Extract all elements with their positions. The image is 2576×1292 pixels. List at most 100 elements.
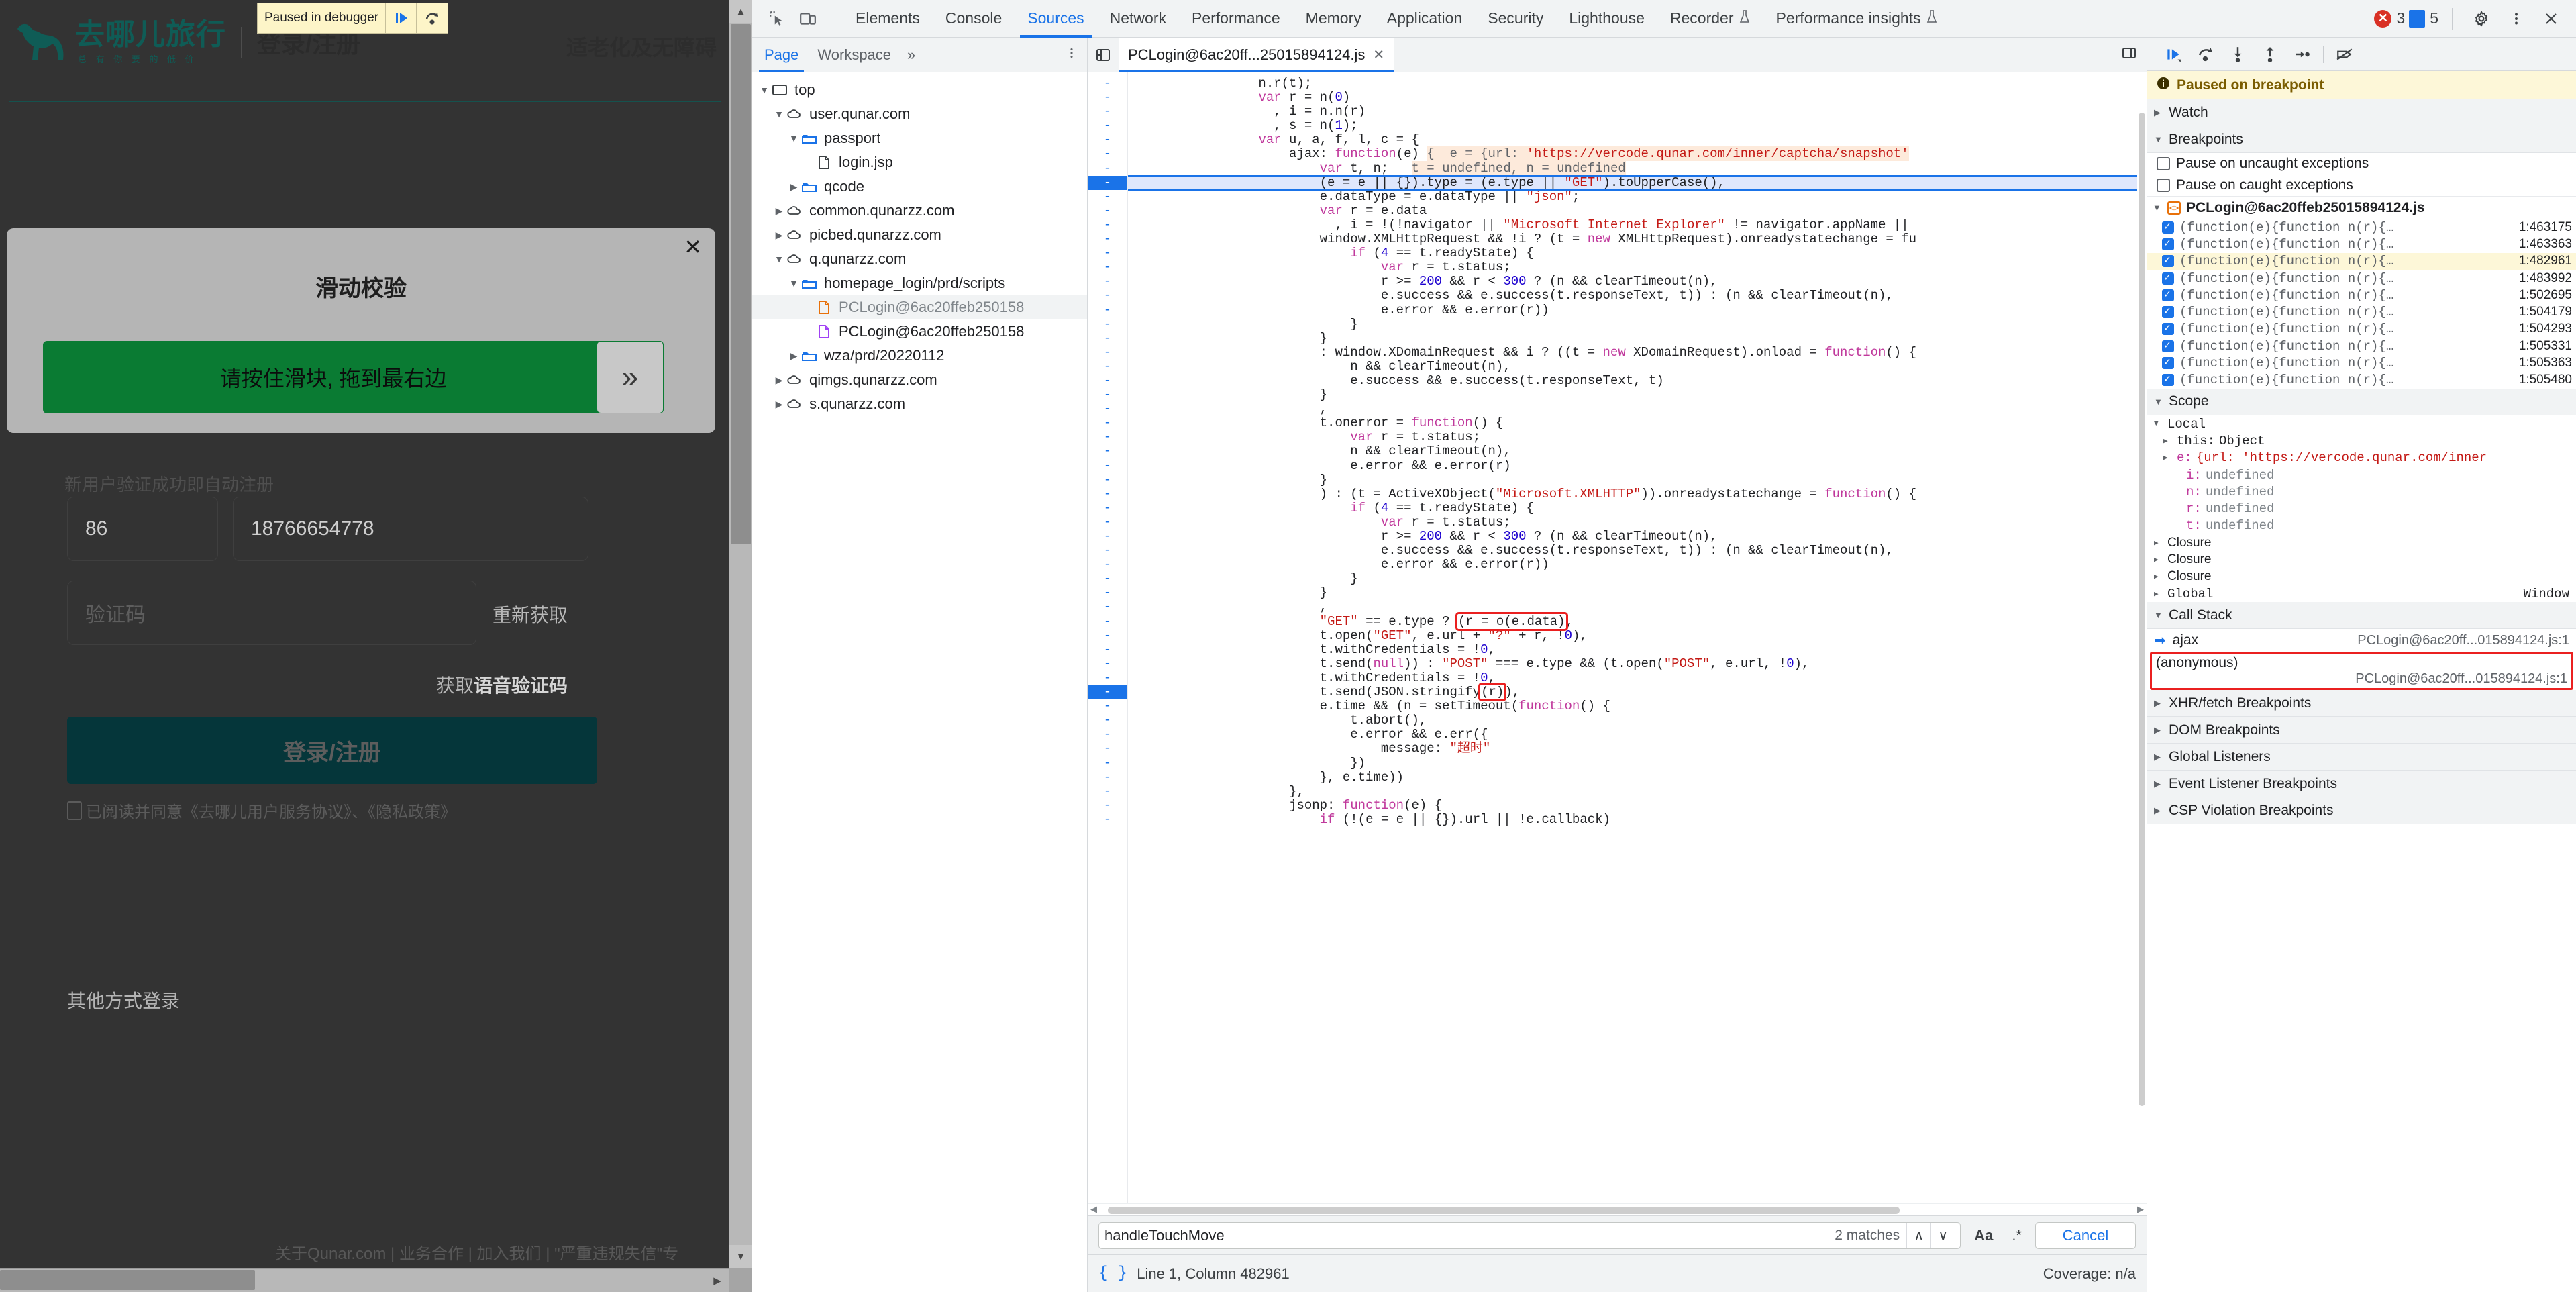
gutter-line[interactable]: - bbox=[1088, 572, 1127, 586]
gutter-line[interactable]: - bbox=[1088, 771, 1127, 785]
accessibility-link[interactable]: 适老化及无障碍 bbox=[566, 31, 717, 62]
gutter-line[interactable]: - bbox=[1088, 671, 1127, 685]
login-register-button[interactable]: 登录/注册 bbox=[67, 717, 597, 784]
call-stack-frame-highlighted[interactable]: (anonymous)PCLogin@6ac20ff...015894124.j… bbox=[2150, 652, 2573, 690]
close-devtools-icon[interactable] bbox=[2536, 3, 2567, 34]
gutter-line[interactable]: - bbox=[1088, 813, 1127, 827]
chevron-down-icon[interactable]: ▼ bbox=[788, 278, 799, 289]
gutter-line[interactable]: - bbox=[1088, 600, 1127, 614]
page-vertical-scroll-thumb[interactable] bbox=[731, 24, 751, 544]
code-line[interactable]: } bbox=[1128, 332, 2147, 346]
gutter-line[interactable]: - bbox=[1088, 105, 1127, 119]
scope-closure-row[interactable]: ▶Closure bbox=[2147, 534, 2576, 551]
breakpoint-marker[interactable]: - bbox=[1088, 685, 1127, 699]
tab-network[interactable]: Network bbox=[1097, 0, 1179, 38]
code-line[interactable]: t.send(null)) : "POST" === e.type && (t.… bbox=[1128, 657, 2147, 671]
gutter-line[interactable]: - bbox=[1088, 317, 1127, 332]
breakpoint-checkbox[interactable] bbox=[2162, 357, 2174, 369]
code-line[interactable]: var t, n; t = undefined, n = undefined bbox=[1128, 162, 2147, 176]
code-line[interactable]: if (!(e = e || {}).url || !e.callback) bbox=[1128, 813, 2147, 827]
call-stack-section-header[interactable]: ▼ Call Stack bbox=[2147, 602, 2576, 629]
page-vertical-scrollbar[interactable]: ▲ ▼ bbox=[729, 0, 752, 1268]
close-icon[interactable]: ✕ bbox=[1373, 46, 1384, 63]
breakpoint-item[interactable]: (function(e){function n(r){…1:502695 bbox=[2147, 287, 2576, 303]
gutter-line[interactable]: - bbox=[1088, 515, 1127, 530]
gutter-line[interactable]: - bbox=[1088, 430, 1127, 444]
breakpoint-checkbox[interactable] bbox=[2162, 289, 2174, 301]
scope-closure-row[interactable]: ▶Closure bbox=[2147, 568, 2576, 585]
message-count-badge[interactable]: 5 bbox=[2409, 9, 2438, 28]
gutter-line[interactable]: - bbox=[1088, 444, 1127, 458]
chevron-right-icon[interactable]: ▶ bbox=[774, 230, 784, 241]
deactivate-breakpoints-icon[interactable] bbox=[2333, 43, 2356, 66]
breakpoint-item[interactable]: (function(e){function n(r){…1:504179 bbox=[2147, 303, 2576, 320]
search-input-wrapper[interactable]: 2 matches ∧ ∨ bbox=[1098, 1222, 1961, 1249]
error-count-badge[interactable]: ✕ 3 bbox=[2374, 9, 2405, 28]
section-csp-violation-breakpoints[interactable]: ▶CSP Violation Breakpoints bbox=[2147, 797, 2576, 824]
code-line[interactable]: } bbox=[1128, 572, 2147, 586]
code-line[interactable]: , i = n.n(r) bbox=[1128, 105, 2147, 119]
code-line[interactable]: }, e.time)) bbox=[1128, 771, 2147, 785]
gutter-line[interactable]: - bbox=[1088, 346, 1127, 360]
gutter-line[interactable]: - bbox=[1088, 275, 1127, 289]
gutter-line[interactable]: - bbox=[1088, 190, 1127, 204]
code-line[interactable]: e.error && e.error(r) bbox=[1128, 459, 2147, 473]
code-line[interactable]: ) : (t = ActiveXObject("Microsoft.XMLHTT… bbox=[1128, 487, 2147, 501]
step-over-icon[interactable] bbox=[417, 3, 448, 33]
close-icon[interactable]: ✕ bbox=[684, 236, 702, 258]
call-stack-frame[interactable]: ➡ajaxPCLogin@6ac20ff...015894124.js:1 bbox=[2147, 629, 2576, 652]
tab-recorder[interactable]: Recorder bbox=[1657, 0, 1763, 38]
tree-item[interactable]: login.jsp bbox=[752, 150, 1087, 175]
breakpoint-file-row[interactable]: ▼ <> PCLogin@6ac20ffeb25015894124.js bbox=[2147, 196, 2576, 219]
tree-item[interactable]: ▼homepage_login/prd/scripts bbox=[752, 271, 1087, 295]
tree-item[interactable]: ▼top bbox=[752, 78, 1087, 102]
code-line[interactable]: e.success && e.success(t.responseText, t… bbox=[1128, 544, 2147, 558]
code-line[interactable]: t.withCredentials = !0, bbox=[1128, 671, 2147, 685]
resume-script-icon[interactable] bbox=[2162, 43, 2185, 66]
breakpoints-section-header[interactable]: ▼ Breakpoints bbox=[2147, 126, 2576, 153]
chevron-right-icon[interactable]: ▶ bbox=[788, 350, 799, 362]
scroll-left-arrow-icon[interactable]: ◀ bbox=[1090, 1204, 1097, 1215]
code-line[interactable]: n && clearTimeout(n), bbox=[1128, 444, 2147, 458]
code-line[interactable]: }) bbox=[1128, 756, 2147, 771]
page-horizontal-scrollbar[interactable]: ▶ bbox=[0, 1268, 729, 1292]
gutter-line[interactable]: - bbox=[1088, 133, 1127, 147]
tree-item[interactable]: PCLogin@6ac20ffeb250158 bbox=[752, 295, 1087, 319]
navigator-tab-page[interactable]: Page bbox=[755, 38, 808, 72]
scroll-right-arrow-icon[interactable]: ▶ bbox=[2137, 1204, 2144, 1215]
pretty-print-icon[interactable]: { } bbox=[1098, 1264, 1127, 1283]
editor-horizontal-scroll-thumb[interactable] bbox=[1108, 1207, 1900, 1214]
scroll-up-arrow-icon[interactable]: ▲ bbox=[729, 0, 752, 23]
breakpoint-item[interactable]: (function(e){function n(r){…1:504293 bbox=[2147, 321, 2576, 338]
scope-global-row[interactable]: ▶ Global Window bbox=[2147, 585, 2576, 602]
tab-lighthouse[interactable]: Lighthouse bbox=[1556, 0, 1657, 38]
gutter-line[interactable]: - bbox=[1088, 246, 1127, 260]
breakpoint-checkbox[interactable] bbox=[2162, 306, 2174, 318]
code-line[interactable]: } bbox=[1128, 317, 2147, 332]
scope-variable-row[interactable]: i: undefined bbox=[2147, 466, 2576, 483]
code-editor[interactable]: ----------------------------------------… bbox=[1088, 72, 2147, 1203]
step-out-icon[interactable] bbox=[2259, 43, 2281, 66]
code-line[interactable]: e.error && e.error(r)) bbox=[1128, 303, 2147, 317]
pause-caught-exceptions-row[interactable]: Pause on caught exceptions bbox=[2147, 175, 2576, 196]
code-line[interactable]: window.XMLHttpRequest && !i ? (t = new X… bbox=[1128, 232, 2147, 246]
code-line[interactable]: var r = e.data bbox=[1128, 204, 2147, 218]
scope-section-header[interactable]: ▼ Scope bbox=[2147, 389, 2576, 415]
code-line[interactable]: t.open("GET", e.url + "?" + r, !0), bbox=[1128, 629, 2147, 643]
tab-application[interactable]: Application bbox=[1374, 0, 1476, 38]
scroll-right-arrow-icon[interactable]: ▶ bbox=[706, 1269, 729, 1292]
gutter-line[interactable]: - bbox=[1088, 530, 1127, 544]
breakpoint-item[interactable]: (function(e){function n(r){…1:505363 bbox=[2147, 354, 2576, 371]
gutter-line[interactable]: - bbox=[1088, 218, 1127, 232]
match-case-toggle[interactable]: Aa bbox=[1969, 1227, 1998, 1244]
breakpoint-item[interactable]: (function(e){function n(r){…1:505480 bbox=[2147, 372, 2576, 389]
pause-caught-exceptions-checkbox[interactable] bbox=[2157, 179, 2170, 192]
code-line[interactable]: t.withCredentials = !0, bbox=[1128, 643, 2147, 657]
gutter-line[interactable]: - bbox=[1088, 713, 1127, 728]
step-over-icon[interactable] bbox=[2194, 43, 2217, 66]
captcha-slider-track[interactable]: 请按住滑块, 拖到最右边 » bbox=[43, 341, 664, 413]
editor-code-area[interactable]: n.r(t); var r = n(0) , i = n.n(r) , s = … bbox=[1128, 72, 2147, 1203]
pause-uncaught-exceptions-row[interactable]: Pause on uncaught exceptions bbox=[2147, 153, 2576, 175]
show-debugger-sidebar-icon[interactable] bbox=[2112, 45, 2147, 64]
gutter-line[interactable]: - bbox=[1088, 303, 1127, 317]
